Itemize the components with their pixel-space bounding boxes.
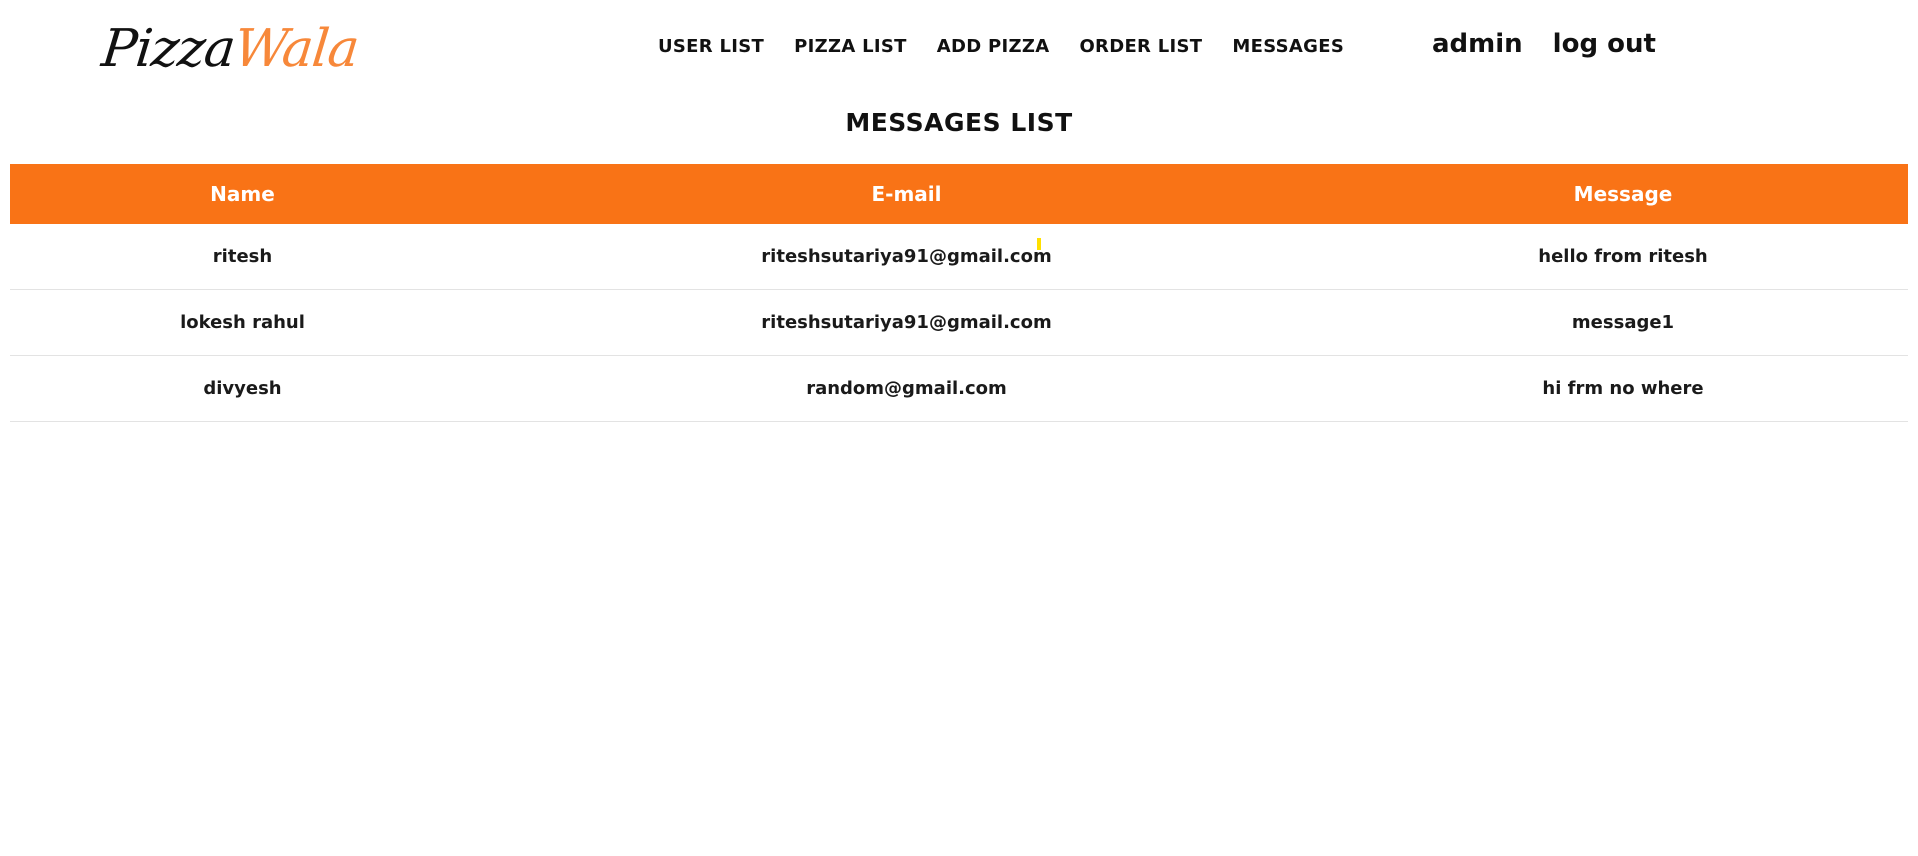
nav-add-pizza[interactable]: ADD PIZZA (937, 36, 1050, 57)
messages-table: Name E-mail Message ritesh riteshsutariy… (10, 164, 1908, 422)
column-header-message: Message (1573, 182, 1673, 206)
table-row: divyesh random@gmail.com hi frm no where (10, 355, 1908, 422)
cell-email: riteshsutariya91@gmail.com (475, 224, 1338, 290)
main-nav: USER LIST PIZZA LIST ADD PIZZA ORDER LIS… (658, 36, 1344, 57)
cell-name: divyesh (10, 355, 475, 422)
nav-user-list[interactable]: USER LIST (658, 36, 764, 57)
cell-name: ritesh (10, 224, 475, 290)
brand-logo[interactable]: PizzaWala (98, 14, 361, 84)
page-title: MESSAGES LIST (845, 108, 1073, 137)
logo-text-pizza: Pizza (98, 19, 238, 79)
cell-message: message1 (1338, 289, 1908, 356)
logout-link[interactable]: log out (1553, 29, 1656, 59)
nav-pizza-list[interactable]: PIZZA LIST (794, 36, 907, 57)
text-cursor-highlight (1037, 238, 1041, 250)
header: PizzaWala USER LIST PIZZA LIST ADD PIZZA… (0, 0, 1918, 100)
nav-messages[interactable]: MESSAGES (1232, 36, 1344, 57)
cell-email: random@gmail.com (475, 355, 1338, 422)
admin-link[interactable]: admin (1432, 29, 1523, 59)
cell-name: lokesh rahul (10, 289, 475, 356)
user-area: admin log out (1432, 29, 1656, 59)
messages-table-container: Name E-mail Message ritesh riteshsutariy… (10, 164, 1908, 422)
cell-message: hello from ritesh (1338, 224, 1908, 290)
cell-message: hi frm no where (1338, 355, 1908, 422)
table-row: lokesh rahul riteshsutariya91@gmail.com … (10, 289, 1908, 356)
table-row: ritesh riteshsutariya91@gmail.com hello … (10, 224, 1908, 290)
column-header-name: Name (210, 182, 275, 206)
table-header: Name E-mail Message (10, 164, 1908, 224)
nav-order-list[interactable]: ORDER LIST (1079, 36, 1202, 57)
table-header-row: Name E-mail Message (10, 164, 1908, 224)
cell-email: riteshsutariya91@gmail.com (475, 289, 1338, 356)
logo-text-wala: Wala (231, 19, 362, 79)
table-body: ritesh riteshsutariya91@gmail.com hello … (10, 224, 1908, 422)
column-header-email: E-mail (871, 182, 942, 206)
